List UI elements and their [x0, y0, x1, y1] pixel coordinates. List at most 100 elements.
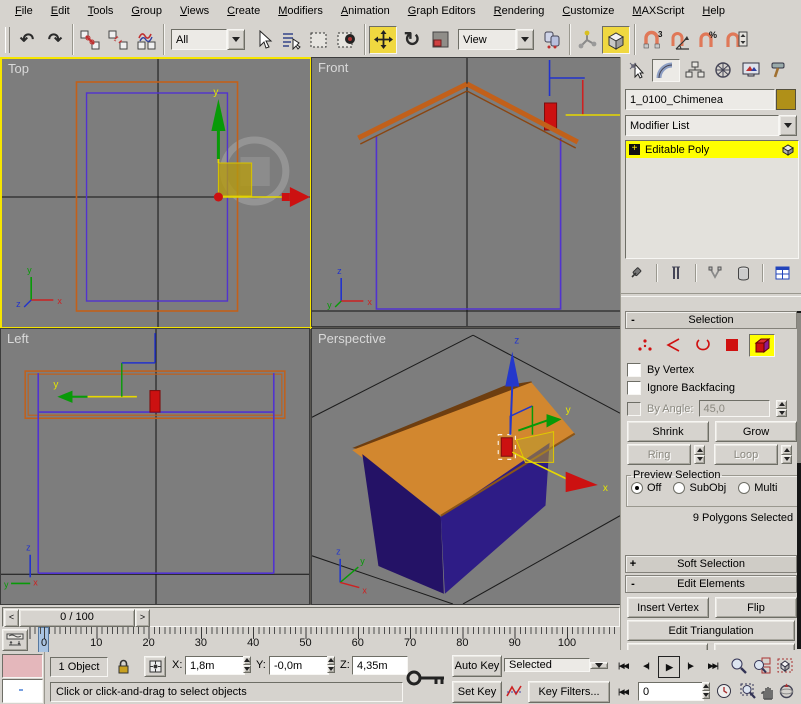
modifier-list-dropdown[interactable]: Modifier List: [625, 115, 797, 136]
ignore-backfacing-checkbox[interactable]: [627, 381, 641, 395]
macro-recorder-pane[interactable]: [2, 654, 43, 678]
coord-y-spinner[interactable]: [325, 656, 336, 673]
key-mode-toggle-button[interactable]: |◀◀: [612, 682, 634, 702]
viewport-front[interactable]: z x y Front: [311, 57, 621, 327]
ring-spinner[interactable]: [694, 445, 705, 464]
select-and-rotate-button[interactable]: ↻: [399, 27, 425, 53]
angle-snap-toggle-button[interactable]: [667, 27, 693, 53]
show-end-result-button[interactable]: [664, 263, 688, 283]
menu-item-maxscript[interactable]: MAXScript: [623, 2, 693, 20]
percent-snap-toggle-button[interactable]: %: [695, 27, 721, 53]
current-frame-field[interactable]: 0: [638, 682, 704, 701]
loop-button[interactable]: Loop: [714, 444, 778, 465]
house-model[interactable]: [352, 381, 574, 593]
menu-item-tools[interactable]: Tools: [79, 2, 123, 20]
reference-coordinate-system-dropdown[interactable]: View: [458, 29, 534, 50]
track-bar-ruler[interactable]: 0102030405060708090100: [28, 627, 618, 652]
select-and-manipulate-button[interactable]: [574, 27, 600, 53]
select-and-link-button[interactable]: [77, 27, 103, 53]
undo-button[interactable]: ↶: [14, 27, 40, 53]
move-gizmo-x-arrow[interactable]: [290, 187, 310, 207]
menu-item-create[interactable]: Create: [218, 2, 269, 20]
time-slider-prev-button[interactable]: <: [4, 609, 19, 627]
menu-item-rendering[interactable]: Rendering: [485, 2, 554, 20]
spinner-snap-toggle-button[interactable]: [723, 27, 749, 53]
viewport-top[interactable]: y y x z Top: [0, 57, 312, 329]
preview-subobj-radio[interactable]: [673, 482, 685, 494]
dropdown-arrow-icon[interactable]: [227, 29, 245, 50]
ring-button[interactable]: Ring: [627, 444, 691, 465]
coord-x-spinner[interactable]: [241, 656, 252, 673]
select-by-name-button[interactable]: [278, 27, 304, 53]
loop-spinner[interactable]: [781, 445, 792, 464]
selected-filter-dropdown[interactable]: Selected: [504, 655, 608, 675]
auto-key-button[interactable]: Auto Key: [452, 655, 502, 677]
modifier-stack-item[interactable]: + Editable Poly: [626, 141, 798, 158]
menu-item-graph-editors[interactable]: Graph Editors: [399, 2, 485, 20]
cutoff-button[interactable]: [627, 643, 708, 650]
expand-icon[interactable]: +: [626, 558, 640, 570]
viewport-perspective[interactable]: z y x z y x Perspective: [311, 328, 621, 605]
command-panel-scrollbar[interactable]: [797, 311, 801, 649]
window-crossing-button[interactable]: [334, 27, 360, 53]
time-configuration-button[interactable]: [714, 681, 734, 701]
menu-item-customize[interactable]: Customize: [553, 2, 623, 20]
listener-pane[interactable]: [2, 679, 43, 703]
time-slider-next-button[interactable]: >: [135, 609, 150, 627]
remove-modifier-button[interactable]: [731, 263, 755, 283]
modifier-stack-list[interactable]: + Editable Poly: [625, 140, 799, 259]
dropdown-arrow-icon[interactable]: [590, 662, 608, 669]
open-mini-curve-editor-button[interactable]: [2, 629, 28, 651]
make-unique-button[interactable]: [703, 263, 727, 283]
tab-display[interactable]: [738, 59, 764, 80]
menu-item-views[interactable]: Views: [171, 2, 218, 20]
select-and-scale-button[interactable]: [427, 27, 453, 53]
zoom-extents-button[interactable]: [774, 655, 795, 676]
menu-item-modifiers[interactable]: Modifiers: [269, 2, 332, 20]
pin-stack-button[interactable]: [625, 263, 649, 283]
snap-toggle-3d-button[interactable]: 3: [639, 27, 665, 53]
key-filters-button[interactable]: Key Filters...: [528, 681, 610, 703]
collapse-icon[interactable]: -: [626, 314, 640, 326]
element-subobject-button[interactable]: [749, 334, 775, 357]
menu-item-file[interactable]: File: [6, 2, 42, 20]
bind-to-space-warp-button[interactable]: [133, 27, 159, 53]
play-animation-button[interactable]: ▶: [658, 656, 680, 678]
go-to-start-button[interactable]: |◀◀: [612, 656, 634, 676]
time-slider-track[interactable]: < 0 / 100 >: [2, 607, 620, 627]
select-object-button[interactable]: [250, 27, 276, 53]
coord-x-field[interactable]: 1,8m: [185, 656, 245, 675]
go-to-end-button[interactable]: ▶▶|: [702, 656, 724, 676]
shrink-button[interactable]: Shrink: [627, 421, 709, 442]
coord-y-field[interactable]: -0,0m: [269, 656, 329, 675]
preview-multi-radio[interactable]: [738, 482, 750, 494]
scrollbar-thumb[interactable]: [797, 313, 801, 463]
menu-item-help[interactable]: Help: [693, 2, 734, 20]
time-slider-handle[interactable]: 0 / 100: [19, 609, 135, 627]
selection-filter-dropdown[interactable]: All: [171, 29, 245, 50]
viewport-left[interactable]: y z y x Left: [0, 328, 310, 605]
next-frame-button[interactable]: |▶: [680, 656, 700, 676]
by-angle-field[interactable]: 45,0: [699, 400, 770, 417]
tab-hierarchy[interactable]: [682, 59, 708, 80]
move-gizmo-y-arrow[interactable]: [57, 391, 72, 403]
menu-item-animation[interactable]: Animation: [332, 2, 399, 20]
flip-button[interactable]: Flip: [715, 597, 797, 618]
default-tangents-button[interactable]: [504, 681, 524, 701]
zoom-all-button[interactable]: [751, 655, 772, 676]
move-gizmo-y-arrow[interactable]: [211, 99, 225, 131]
tab-utilities[interactable]: [766, 59, 792, 80]
menu-item-edit[interactable]: Edit: [42, 2, 79, 20]
zoom-button[interactable]: [728, 655, 749, 676]
absolute-offset-mode-toggle[interactable]: [144, 656, 166, 677]
dropdown-arrow-icon[interactable]: [516, 29, 534, 50]
snaps-toggle-button[interactable]: [602, 26, 630, 54]
polygon-subobject-button[interactable]: [720, 334, 744, 355]
toolbar-drag-handle[interactable]: [5, 27, 10, 53]
edit-elements-rollout-header[interactable]: - Edit Elements: [625, 575, 797, 593]
arc-rotate-button[interactable]: [776, 681, 797, 702]
edge-subobject-button[interactable]: [662, 334, 686, 355]
object-name-field[interactable]: 1_0100_Chimenea: [625, 89, 775, 110]
move-gizmo-z-arrow[interactable]: [505, 352, 519, 387]
edit-triangulation-button[interactable]: Edit Triangulation: [627, 620, 795, 641]
